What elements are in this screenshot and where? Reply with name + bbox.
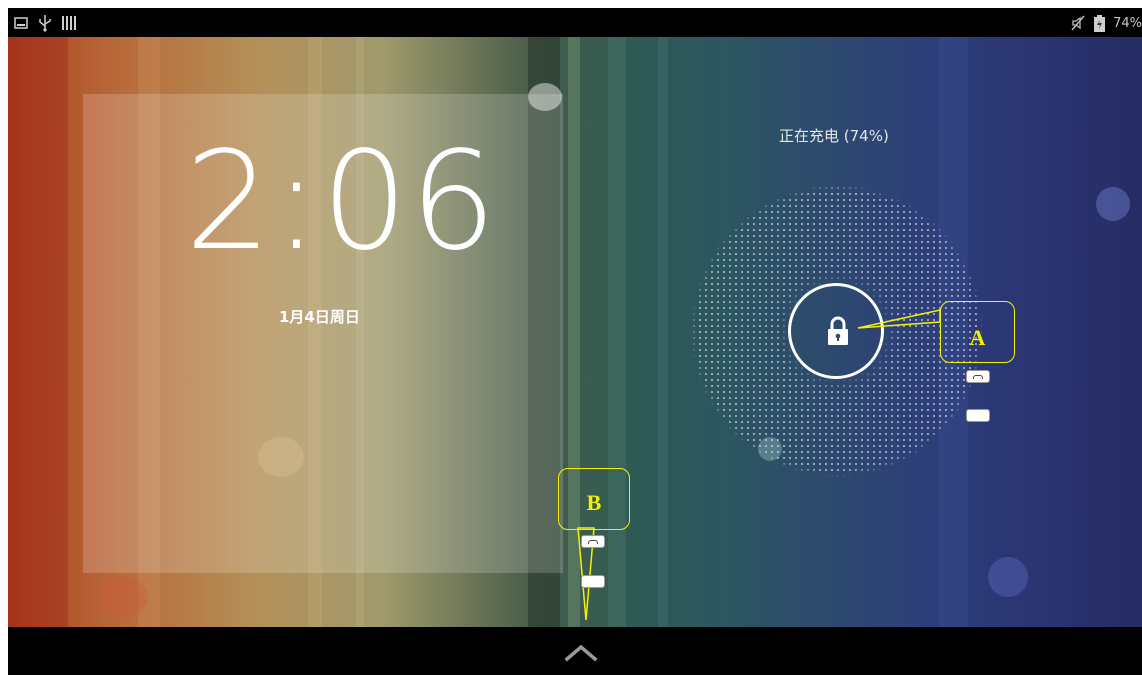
comment-marker[interactable] [581,575,605,588]
battery-percent: 74% [1113,15,1142,31]
status-bar-notifications [14,12,76,34]
comment-marker[interactable] [966,409,990,422]
usb-icon [39,15,51,32]
signal-bars-icon [62,16,76,30]
charging-status: 正在充电 (74%) [779,127,889,145]
status-bar-system: 74% [1070,12,1142,34]
status-bar: 74% [8,8,1142,37]
clock-time: 2:06 [185,123,499,281]
picture-icon [14,17,28,29]
comment-marker[interactable] [581,535,605,548]
callout-a-label: A [969,325,986,350]
navigation-bar [8,627,1142,675]
callout-b: B [558,468,630,530]
comment-marker[interactable] [966,370,990,383]
callout-b-label: B [586,490,602,515]
callout-a: A [940,301,1015,363]
clock-widget[interactable]: 2:06 1月4日周日 [83,94,563,573]
muted-icon [1071,15,1085,31]
chevron-up-icon[interactable] [563,639,599,663]
lock-icon [828,316,848,345]
battery-icon [1094,14,1106,32]
clock-date: 1月4日周日 [279,308,360,326]
